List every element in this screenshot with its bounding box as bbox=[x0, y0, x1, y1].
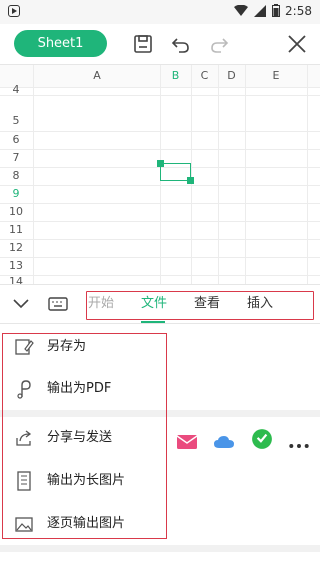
column-header-c[interactable]: C bbox=[191, 65, 218, 87]
row-number-11[interactable]: 11 bbox=[0, 221, 32, 239]
editor-toolbar: Sheet1 bbox=[0, 24, 320, 64]
sheet-tab-button[interactable]: Sheet1 bbox=[14, 30, 107, 57]
selection-handle-bottom-right[interactable] bbox=[187, 177, 194, 184]
row-number-8[interactable]: 8 bbox=[0, 167, 32, 185]
close-icon[interactable] bbox=[285, 32, 309, 56]
section-divider-bottom bbox=[0, 545, 320, 552]
clock: 2:58 bbox=[285, 4, 312, 18]
row-number-5[interactable]: 5 bbox=[0, 112, 32, 130]
undo-icon[interactable] bbox=[169, 32, 193, 56]
more-icon[interactable] bbox=[288, 435, 310, 457]
annotation-box-tabs bbox=[86, 291, 314, 320]
row-number-14[interactable]: 14 bbox=[0, 273, 32, 284]
row-number-12[interactable]: 12 bbox=[0, 239, 32, 257]
selection-handle-top-left[interactable] bbox=[157, 160, 164, 167]
annotation-box-menu bbox=[2, 333, 167, 539]
signal-icon bbox=[254, 4, 266, 17]
play-store-icon bbox=[8, 5, 20, 17]
column-header-d[interactable]: D bbox=[218, 65, 245, 87]
status-bar: 2:58 bbox=[0, 0, 320, 24]
redo-icon[interactable] bbox=[207, 32, 231, 56]
column-header-e[interactable]: E bbox=[245, 65, 307, 87]
mail-icon[interactable] bbox=[176, 431, 198, 453]
file-menu-panel: 另存为 输出为PDF 分享与发送 输出为长图片 逐页输出图片 bbox=[0, 324, 320, 569]
save-icon[interactable] bbox=[131, 32, 155, 56]
active-tab-indicator bbox=[141, 321, 165, 323]
chevron-down-icon[interactable] bbox=[12, 297, 30, 311]
row-number-6[interactable]: 6 bbox=[0, 131, 32, 149]
row-number-4[interactable]: 4 bbox=[0, 84, 32, 95]
status-icons bbox=[234, 4, 280, 17]
row-number-9[interactable]: 9 bbox=[0, 185, 32, 203]
column-header-b[interactable]: B bbox=[160, 65, 191, 87]
column-header-a[interactable]: A bbox=[34, 65, 160, 87]
row-number-10[interactable]: 10 bbox=[0, 203, 32, 221]
spreadsheet-grid[interactable]: A B C D E 4 5 6 7 8 9 10 11 12 13 14 bbox=[0, 64, 320, 284]
ribbon-tab-bar: 开始 文件 查看 插入 bbox=[0, 284, 320, 324]
cloud-icon[interactable] bbox=[213, 431, 235, 453]
keyboard-icon[interactable] bbox=[48, 296, 68, 312]
wechat-icon[interactable] bbox=[251, 428, 273, 450]
battery-icon bbox=[272, 4, 280, 17]
row-number-7[interactable]: 7 bbox=[0, 149, 32, 167]
wifi-icon bbox=[234, 4, 248, 16]
